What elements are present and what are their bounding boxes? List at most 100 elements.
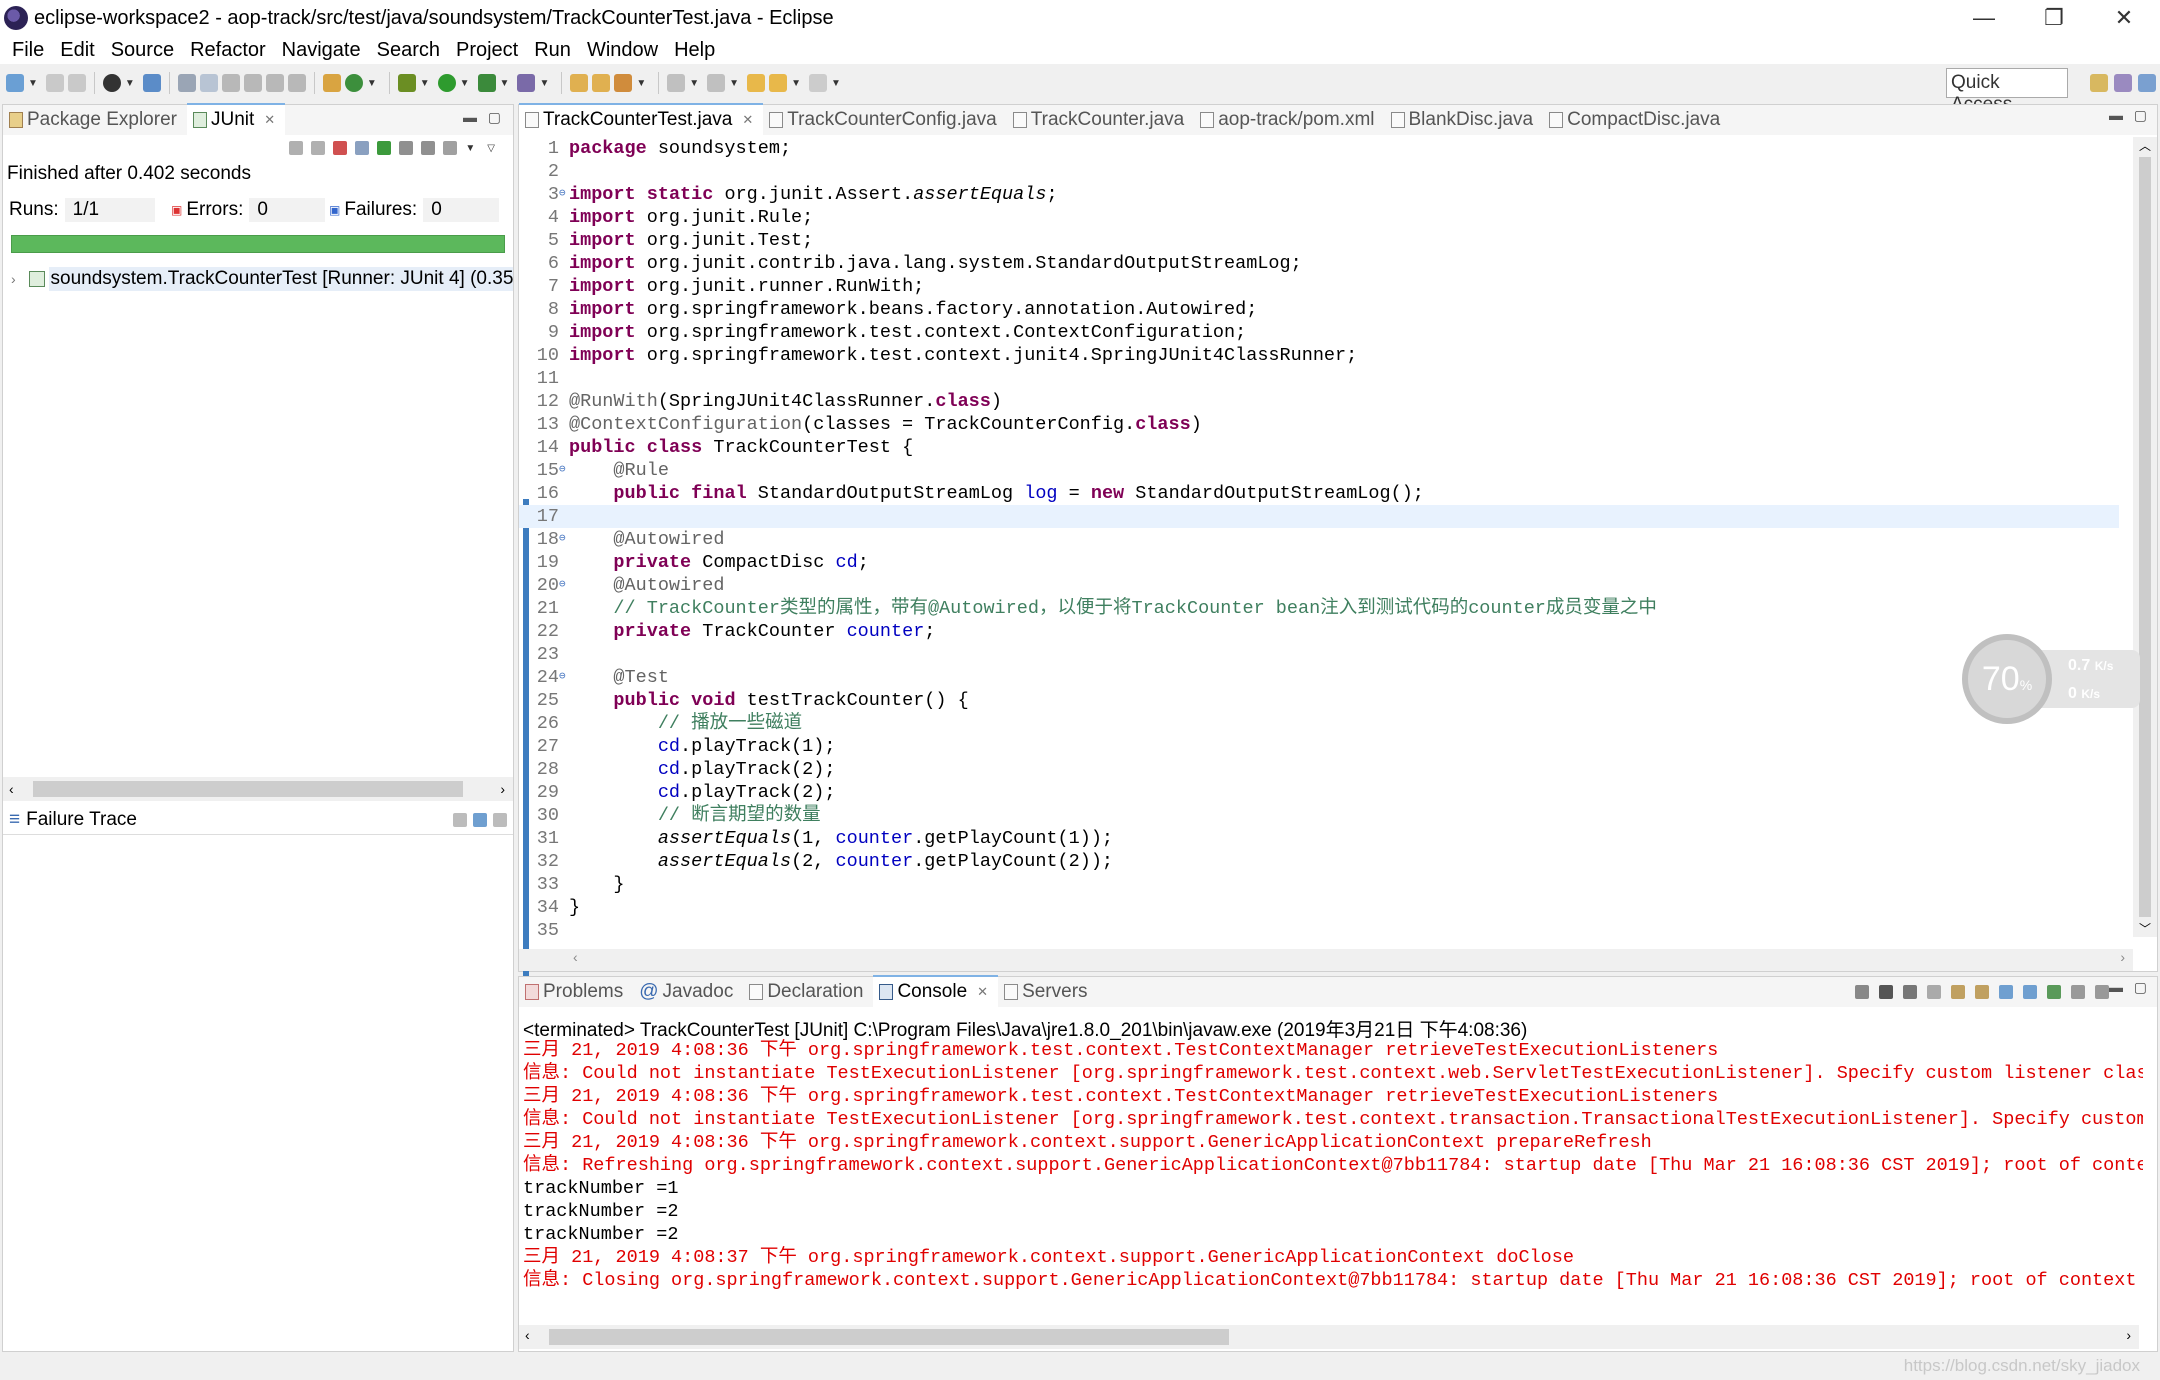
minimize-view-icon[interactable]: ▬ (463, 109, 477, 125)
history-dropdown-icon[interactable]: ▼ (465, 143, 475, 154)
minimize-editor-icon[interactable]: ▬ (2109, 107, 2123, 123)
maximize-console-icon[interactable]: ▢ (2134, 979, 2147, 996)
show-on-stderr-icon[interactable] (2023, 985, 2037, 999)
external-tools-icon[interactable] (517, 74, 536, 92)
remove-launch-icon[interactable] (1879, 985, 1893, 999)
menu-search[interactable]: Search (369, 39, 448, 62)
dropdown-icon[interactable]: ▼ (791, 78, 801, 89)
menu-navigate[interactable]: Navigate (274, 39, 369, 62)
code-area[interactable]: 1 package soundsystem; 2 3 ⊖ import static … (519, 137, 2119, 941)
tab-problems[interactable]: Problems (519, 977, 633, 1007)
terminate-icon[interactable] (1855, 985, 1869, 999)
last-edit-icon[interactable] (747, 74, 766, 92)
scroll-right-icon[interactable]: › (2126, 1327, 2131, 1343)
debug-perspective-icon[interactable] (2114, 74, 2132, 92)
stop-icon[interactable] (421, 141, 436, 155)
console-output[interactable]: 三月 21, 2019 4:08:36 下午 org.springframewo… (523, 1039, 2143, 1292)
skip-breakpoints-icon[interactable] (177, 74, 196, 92)
horizontal-scrollbar[interactable]: ‹ › (519, 949, 2133, 971)
expand-icon[interactable]: › (11, 271, 29, 287)
tab-trackcounter-java[interactable]: TrackCounter.java (1007, 105, 1194, 135)
close-icon[interactable]: ✕ (742, 112, 753, 128)
menu-run[interactable]: Run (526, 39, 579, 62)
pin-console-icon[interactable] (2047, 985, 2061, 999)
fold-icon[interactable]: ⊖ (559, 528, 566, 551)
debug-icon[interactable] (397, 74, 416, 92)
debug-perspective-icon[interactable] (102, 74, 121, 92)
filter-stack-icon[interactable] (473, 813, 487, 827)
menu-project[interactable]: Project (448, 39, 526, 62)
prev-annotation-icon[interactable] (707, 74, 726, 92)
previous-failure-icon[interactable] (311, 141, 326, 155)
dropdown-icon[interactable]: ▼ (420, 78, 430, 89)
close-icon[interactable]: ✕ (977, 984, 988, 1000)
tree-item-test-class[interactable]: soundsystem.TrackCounterTest [Runner: JU… (48, 267, 514, 291)
close-button[interactable]: ✕ (2090, 0, 2158, 36)
scroll-left-icon[interactable]: ‹ (9, 781, 14, 797)
menu-window[interactable]: Window (579, 39, 666, 62)
next-annotation-icon[interactable] (667, 74, 686, 92)
tab-blankdisc-java[interactable]: BlankDisc.java (1385, 105, 1544, 135)
tab-junit[interactable]: JUnit ✕ (186, 103, 286, 135)
scroll-lock-icon[interactable] (355, 141, 370, 155)
dropdown-icon[interactable]: ▼ (636, 78, 646, 89)
block-select-icon[interactable] (243, 74, 262, 92)
back-icon[interactable] (769, 74, 788, 92)
tab-console[interactable]: Console ✕ (873, 975, 999, 1007)
show-whitespace-icon[interactable] (265, 74, 284, 92)
scroll-thumb[interactable] (549, 1329, 1229, 1345)
open-task-icon[interactable] (592, 74, 611, 92)
scroll-thumb[interactable] (2139, 157, 2151, 917)
test-history-icon[interactable] (443, 141, 458, 155)
maximize-view-icon[interactable]: ▢ (488, 109, 501, 126)
maximize-editor-icon[interactable]: ▢ (2134, 107, 2147, 124)
tab-servers[interactable]: Servers (998, 977, 1097, 1007)
refresh-run-icon[interactable] (344, 74, 363, 92)
restore-button[interactable]: ❐ (2020, 0, 2088, 36)
clear-console-icon[interactable] (1927, 985, 1941, 999)
paragraph-icon[interactable] (287, 74, 306, 92)
tab-declaration[interactable]: Declaration (743, 977, 873, 1007)
tab-trackcounterconfig-java[interactable]: TrackCounterConfig.java (763, 105, 1006, 135)
format-icon[interactable] (221, 74, 240, 92)
tab-pom-xml[interactable]: aop-track/pom.xml (1194, 105, 1384, 135)
fold-icon[interactable]: ⊖ (559, 666, 566, 689)
menu-edit[interactable]: Edit (52, 39, 102, 62)
terminal-icon[interactable] (142, 74, 161, 92)
open-type-icon[interactable] (570, 74, 589, 92)
dropdown-icon[interactable]: ▼ (689, 78, 699, 89)
horizontal-scrollbar[interactable]: ‹ › (519, 1325, 2139, 1349)
menu-help[interactable]: Help (666, 39, 723, 62)
quick-access-input[interactable]: Quick Access (1946, 68, 2068, 115)
scroll-lock-icon[interactable] (1951, 985, 1965, 999)
toggle-mark-icon[interactable] (199, 74, 218, 92)
network-speed-widget[interactable]: 0.7 K/s 0 K/s 70% (1962, 634, 2142, 724)
scroll-thumb[interactable] (33, 781, 463, 797)
dropdown-icon[interactable]: ▼ (729, 78, 739, 89)
rerun-test-icon[interactable] (377, 141, 392, 155)
scroll-right-icon[interactable]: › (2120, 949, 2125, 965)
save-all-icon[interactable] (67, 74, 86, 92)
close-icon[interactable]: ✕ (264, 112, 275, 128)
remove-all-icon[interactable] (1903, 985, 1917, 999)
search-icon[interactable] (614, 74, 633, 92)
open-perspective-icon[interactable] (2090, 74, 2108, 92)
java-perspective-icon[interactable] (2138, 74, 2156, 92)
vertical-scrollbar[interactable]: ︿ ﹀ (2133, 137, 2157, 937)
run-icon[interactable] (437, 74, 456, 92)
tab-javadoc[interactable]: @ Javadoc (633, 977, 743, 1007)
minimize-button[interactable]: — (1950, 0, 2018, 36)
fold-icon[interactable]: ⊖ (559, 574, 566, 597)
package-icon[interactable] (322, 74, 341, 92)
scroll-right-icon[interactable]: › (500, 781, 505, 797)
scroll-down-icon[interactable]: ﹀ (2139, 920, 2151, 937)
tab-compactdisc-java[interactable]: CompactDisc.java (1543, 105, 1730, 135)
tab-trackcountertest-java[interactable]: TrackCounterTest.java ✕ (519, 103, 764, 135)
scroll-left-icon[interactable]: ‹ (525, 1327, 530, 1343)
word-wrap-icon[interactable] (1975, 985, 1989, 999)
copy-trace-icon[interactable] (493, 813, 507, 827)
dropdown-icon[interactable]: ▼ (125, 78, 135, 89)
fold-icon[interactable]: ⊖ (559, 183, 566, 206)
dropdown-icon[interactable]: ▼ (367, 78, 377, 89)
fold-icon[interactable]: ⊖ (559, 459, 566, 482)
